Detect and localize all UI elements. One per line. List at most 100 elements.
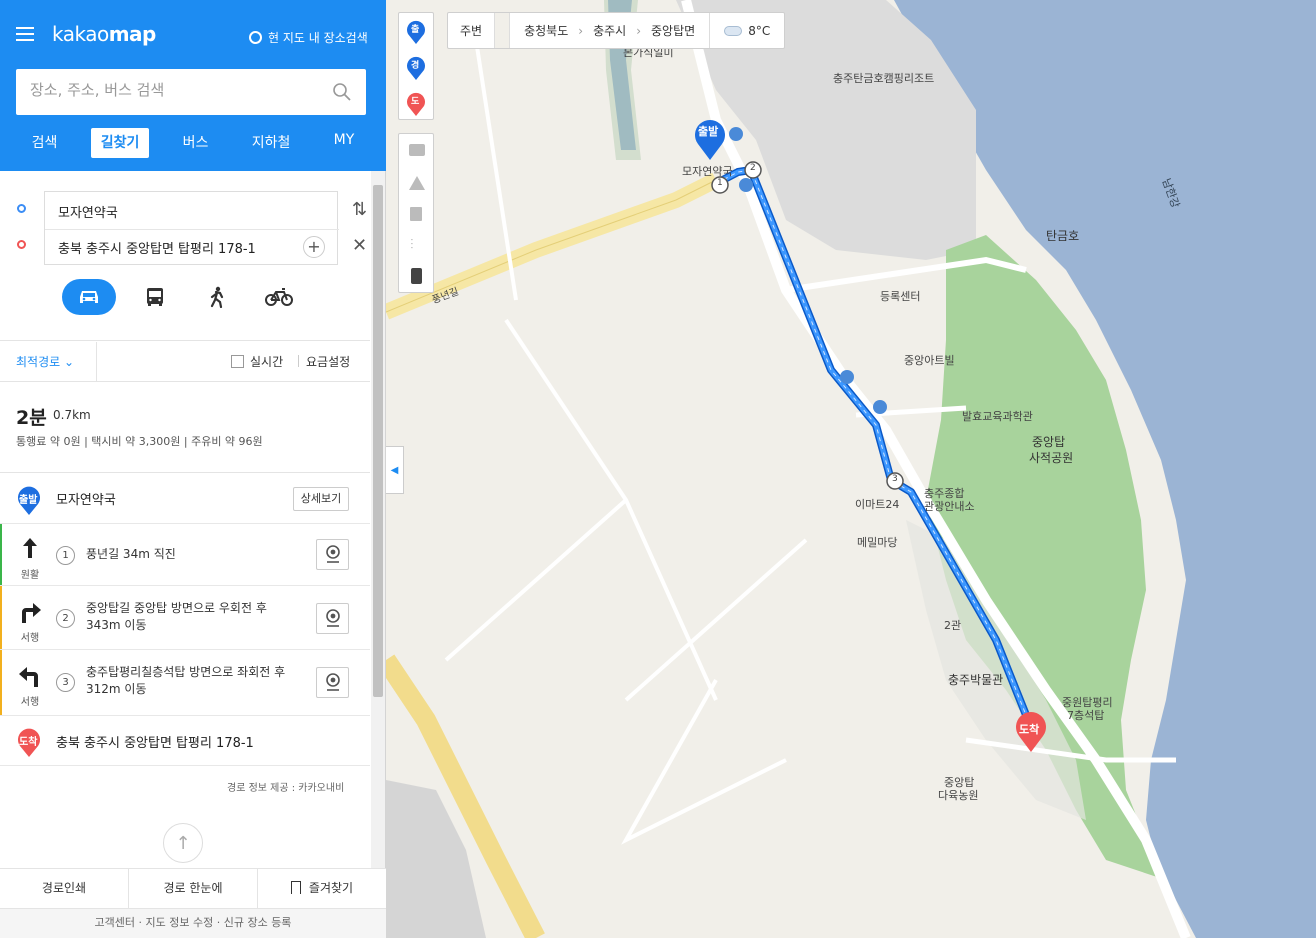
roadview-button[interactable] [316, 667, 349, 698]
tab-directions[interactable]: 길찾기 [90, 128, 150, 158]
roadview-button[interactable] [316, 603, 349, 634]
map-label: 이마트24 [855, 498, 900, 511]
route-overview-button[interactable]: 경로 한눈에 [129, 869, 258, 908]
travel-distance: 0.7km [53, 408, 91, 422]
chevron-right-icon: › [636, 23, 642, 38]
end-badge: 도착 [19, 737, 38, 748]
walk-mode-button[interactable] [186, 279, 248, 315]
around-button[interactable]: 주변 [448, 13, 496, 48]
roadview-icon [325, 672, 340, 691]
scrollbar-thumb[interactable] [373, 185, 383, 697]
scroll-top-button[interactable]: ↑ [163, 823, 203, 863]
step-text-line: 343m 이동 [86, 618, 147, 632]
map-header: 주변 충청북도 › 충주시 › 중앙탑면 8°C [447, 12, 786, 49]
traffic-light-icon[interactable] [411, 268, 422, 284]
map-label: 관광안내소 [924, 500, 975, 513]
map-view[interactable]: 1 2 3 출발 도착 본가식일미 충주탄금호캠핑리조트 남한강 탄금호 풍년길… [386, 0, 1316, 938]
car-mode-button[interactable] [62, 279, 116, 315]
print-route-button[interactable]: 경로인쇄 [0, 869, 129, 908]
search-icon[interactable] [332, 82, 352, 102]
car-icon [80, 291, 98, 303]
address-box: 모자연약국 충북 충주시 중앙탑면 탑평리 178-1 + [44, 191, 339, 265]
step-text-line: 312m 이동 [86, 682, 147, 696]
footer-links[interactable]: 고객센터 · 지도 정보 수정 · 신규 장소 등록 [0, 908, 386, 938]
detail-view-button[interactable]: 상세보기 [293, 487, 349, 511]
divider [96, 342, 97, 382]
nav-tabs: 검색 길찾기 버스 지하철 MY [0, 128, 386, 158]
traffic-status: 서행 [20, 697, 40, 708]
park-label: 중앙탑 [1032, 435, 1066, 449]
realtime-checkbox[interactable]: 실시간 [231, 353, 283, 370]
map-label: 충주탄금호캠핑리조트 [833, 72, 935, 85]
search-box [16, 69, 366, 115]
bottom-actions: 경로인쇄 경로 한눈에 즐겨찾기 [0, 868, 386, 908]
swap-icon[interactable]: ⇅ [352, 199, 367, 220]
route-type-dropdown[interactable]: 최적경로 ⌄ [16, 353, 74, 370]
scrollbar[interactable] [371, 171, 385, 868]
tab-bus[interactable]: 버스 [173, 128, 219, 158]
bus-stop-icon[interactable] [739, 178, 753, 192]
bus-stop-icon[interactable] [873, 400, 887, 414]
tab-my[interactable]: MY [324, 128, 365, 158]
roadview-button[interactable] [316, 539, 349, 570]
map-label: 메밀마당 [857, 536, 898, 549]
gap [495, 13, 510, 48]
breadcrumb-town[interactable]: 중앙탑면 [651, 22, 695, 39]
cctv-icon[interactable] [409, 144, 425, 156]
destination-pin-label: 도 [411, 97, 420, 107]
bus-stop-icon[interactable] [729, 127, 743, 141]
traffic-status: 서행 [20, 633, 40, 644]
bike-mode-button[interactable] [248, 279, 310, 315]
chevron-down-icon: ⌄ [64, 355, 75, 369]
breadcrumb-city[interactable]: 충주시 [593, 22, 626, 39]
route-step[interactable]: 서행 2 중앙탑길 중앙탑 방면으로 우회전 후 343m 이동 [0, 586, 370, 650]
cloud-icon [724, 25, 743, 36]
traffic-bar [0, 650, 2, 715]
route-step[interactable]: 서행 3 충주탑평리칠층석탑 방면으로 좌회전 후 312m 이동 [0, 650, 370, 716]
start-pin-label: 출발 [698, 125, 719, 138]
weather[interactable]: 8°C [710, 13, 784, 48]
fee-settings-link[interactable]: 요금설정 [297, 353, 350, 370]
traffic-status: 원활 [20, 570, 40, 581]
tab-search[interactable]: 검색 [22, 128, 68, 158]
close-icon[interactable]: ✕ [352, 235, 367, 256]
favorite-button[interactable]: 즐겨찾기 [258, 869, 386, 908]
breadcrumb-province[interactable]: 충청북도 [524, 22, 568, 39]
area-search-toggle[interactable]: 현 지도 내 장소검색 [249, 29, 368, 46]
bus-mode-button[interactable] [124, 279, 186, 315]
waypoint-pin-label: 경 [411, 61, 420, 71]
menu-icon[interactable] [16, 27, 34, 41]
tab-subway[interactable]: 지하철 [242, 128, 301, 158]
route-step[interactable]: 원활 1 풍년길 34m 직진 [0, 524, 370, 586]
bus-stop-icon[interactable] [840, 370, 854, 384]
end-name: 충북 충주시 중앙탑면 탑평리 178-1 [56, 736, 254, 751]
radio-icon [249, 31, 262, 44]
waypoint-number: 1 [717, 178, 723, 188]
traffic-bar [0, 586, 2, 649]
step-text-line: 중앙탑길 중앙탑 방면으로 우회전 후 [86, 601, 267, 615]
start-name: 모자연약국 [56, 493, 116, 508]
temperature: 8°C [748, 23, 771, 38]
step-number: 3 [56, 673, 75, 692]
map-label: 발효교육과학관 [962, 410, 1033, 423]
bus-icon [147, 288, 163, 306]
origin-dot-icon [17, 204, 26, 213]
route-summary: 2분 0.7km 통행료 약 0원 | 택시비 약 3,300원 | 주유비 약… [0, 383, 370, 473]
start-badge: 출발 [19, 495, 38, 506]
roadview-icon [325, 544, 340, 563]
map-canvas[interactable] [386, 0, 1316, 938]
favorite-label: 즐겨찾기 [308, 881, 354, 895]
route-credit: 경로 정보 제공 : 카카오내비 [227, 783, 345, 794]
map-label: 등록센터 [880, 290, 921, 303]
add-waypoint-button[interactable]: + [303, 236, 325, 258]
destination-field[interactable]: 충북 충주시 중앙탑면 탑평리 178-1 [58, 238, 256, 257]
search-input[interactable] [30, 81, 330, 99]
origin-field[interactable]: 모자연약국 [58, 202, 118, 221]
kakaomap-logo[interactable]: kakaomap [52, 22, 156, 46]
warning-icon[interactable] [409, 176, 425, 190]
waypoint-number: 3 [892, 474, 898, 484]
gas-station-icon[interactable] [410, 207, 422, 221]
top-bar: kakaomap 현 지도 내 장소검색 검색 길찾기 버스 지하철 MY [0, 0, 386, 171]
step-text: 풍년길 34m 직진 [86, 547, 176, 561]
restaurant-icon[interactable]: ⫶ [410, 238, 424, 252]
